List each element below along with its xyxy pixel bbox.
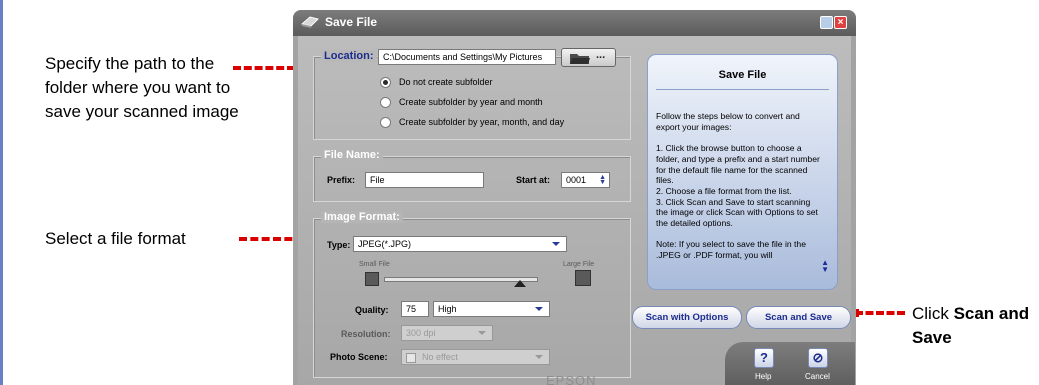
option-year-month: Create subfolder by year and month: [399, 97, 543, 107]
spin-arrows-icon[interactable]: ▲ ▼: [599, 174, 606, 186]
radio-year-month[interactable]: [380, 97, 391, 108]
help-title: Save File: [718, 69, 767, 81]
help-text: Follow the steps below to convert and ex…: [656, 111, 820, 261]
chevron-down-icon: [535, 307, 543, 311]
image-format-label: Image Format:: [321, 211, 403, 223]
location-path-field[interactable]: C:\Documents and Settings\My Pictures: [378, 49, 556, 65]
help-divider: [656, 89, 829, 90]
photo-scene-value: No effect: [422, 352, 458, 362]
radio-year-month-day[interactable]: [380, 117, 391, 128]
resolution-label: Resolution:: [341, 329, 391, 339]
browse-button[interactable]: ...: [561, 48, 616, 67]
prefix-input[interactable]: File: [365, 172, 484, 188]
close-button[interactable]: ×: [834, 16, 847, 29]
quality-input[interactable]: 75: [401, 301, 429, 317]
start-at-label: Start at:: [516, 175, 551, 185]
cancel-button[interactable]: ⊘: [808, 348, 828, 368]
type-select[interactable]: JPEG(*.JPG): [353, 236, 567, 252]
callout-location: Specify the path to the folder where you…: [45, 54, 239, 121]
location-label: Location:: [321, 50, 377, 62]
save-file-dialog: Save File × Location: C:\Documents and S…: [293, 10, 856, 385]
callout-scan-and-save: Click Scan and Save: [912, 302, 1032, 350]
file-name-label: File Name:: [321, 149, 383, 161]
type-value: JPEG(*.JPG): [358, 239, 412, 249]
option-year-month-day: Create subfolder by year, month, and day: [399, 117, 565, 127]
help-label: Help: [755, 372, 772, 381]
window-title: Save File: [325, 15, 378, 29]
cancel-label: Cancel: [805, 372, 830, 381]
file-size-slider-thumb[interactable]: [513, 280, 526, 287]
large-file-icon: [575, 270, 591, 286]
small-file-label: Small File: [359, 261, 390, 268]
type-label: Type:: [327, 240, 351, 250]
help-panel: Save File Follow the steps below to conv…: [647, 54, 838, 290]
help-icon: ?: [760, 350, 768, 365]
option-no-subfolder: Do not create subfolder: [399, 77, 493, 87]
help-scroll-icon[interactable]: ▲ ▼: [821, 259, 829, 274]
callout-save-prefix: Click: [912, 304, 954, 323]
chevron-down-icon: [552, 242, 560, 246]
large-file-label: Large File: [563, 261, 595, 268]
radio-no-subfolder[interactable]: [380, 77, 391, 88]
help-cancel-dock: ? ⊘ Help Cancel: [725, 342, 855, 385]
scan-with-options-button[interactable]: Scan with Options: [632, 306, 742, 329]
folder-icon: [570, 54, 590, 64]
leader-line-save: [855, 311, 905, 315]
resolution-select[interactable]: 300 dpi: [401, 325, 493, 341]
quality-preset-value: High: [438, 304, 457, 314]
cancel-icon: ⊘: [812, 350, 824, 365]
no-effect-icon: [406, 353, 416, 363]
chevron-down-icon: [535, 355, 543, 359]
photo-scene-label: Photo Scene:: [330, 352, 388, 362]
start-at-value: 0001: [566, 175, 587, 185]
minimize-button[interactable]: [820, 16, 833, 29]
quality-label: Quality:: [355, 305, 389, 315]
resolution-value: 300 dpi: [406, 328, 436, 338]
page-margin-bar: [0, 0, 3, 385]
leader-line-location: [233, 66, 295, 70]
epson-logo: EPSON: [546, 373, 597, 385]
help-button[interactable]: ?: [754, 348, 774, 368]
quality-preset-select[interactable]: High: [433, 301, 550, 317]
start-at-stepper[interactable]: 0001 ▲ ▼: [561, 172, 610, 188]
chevron-down-icon: [478, 331, 486, 335]
browse-dots: ...: [596, 49, 606, 61]
scanner-icon: [301, 16, 319, 28]
callout-format: Select a file format: [45, 229, 186, 248]
title-bar: Save File ×: [293, 10, 856, 36]
small-file-icon: [365, 272, 379, 286]
photo-scene-select[interactable]: No effect: [401, 349, 550, 365]
scan-and-save-button[interactable]: Scan and Save: [746, 306, 851, 329]
prefix-label: Prefix:: [327, 175, 356, 185]
dialog-body: Location: C:\Documents and Settings\My P…: [298, 36, 855, 385]
